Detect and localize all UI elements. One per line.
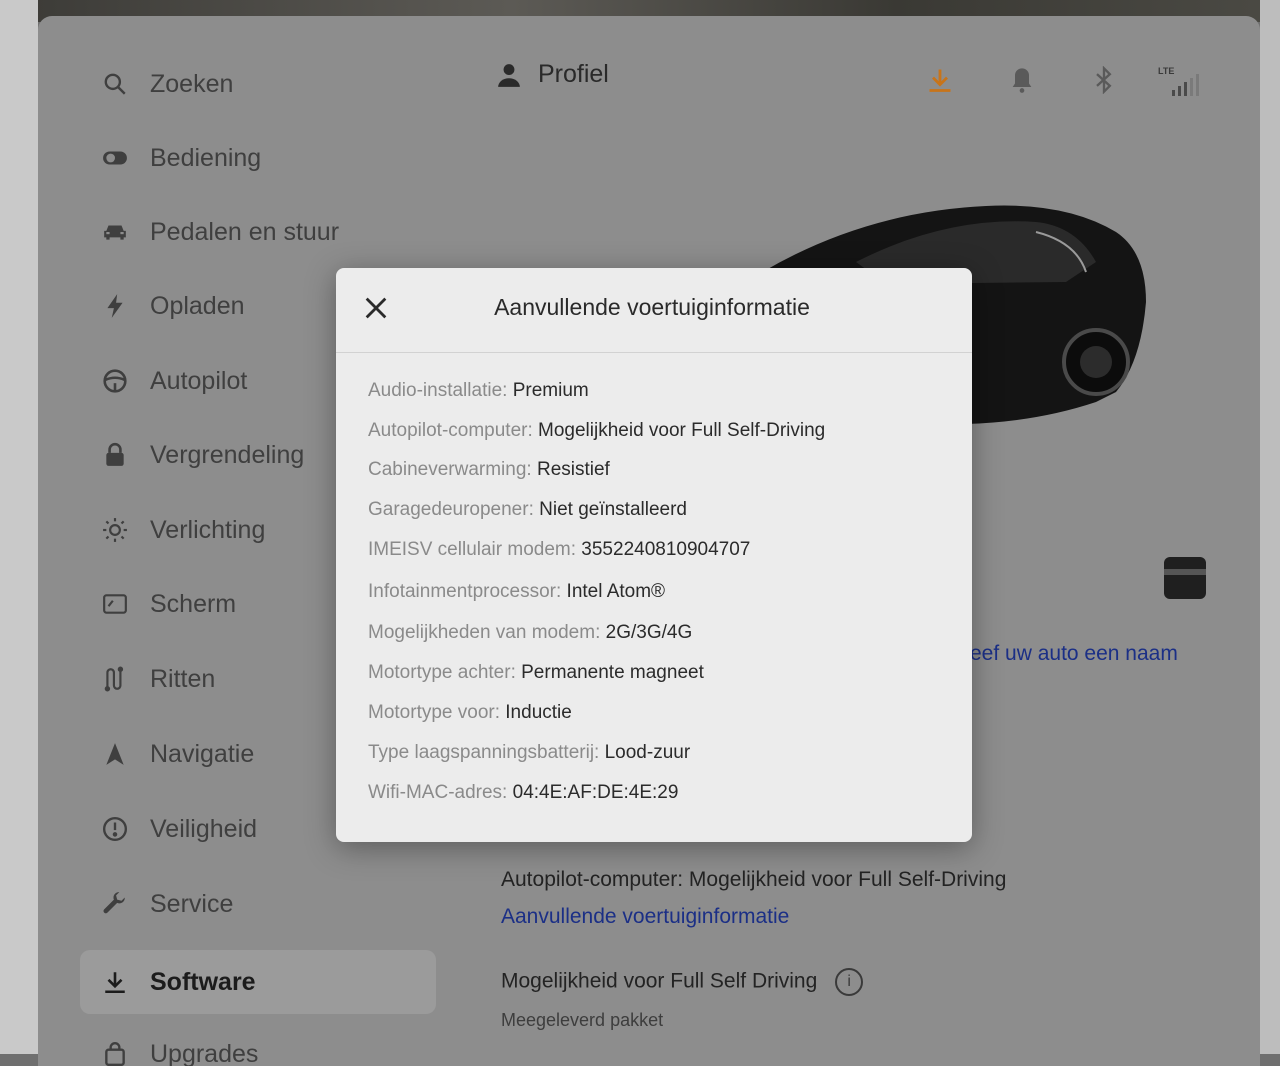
sidebar-item-service[interactable]: Service [100,876,233,932]
info-row: IMEISV cellulair modem: 3552240810904707 [368,539,750,561]
trips-icon [100,664,130,694]
info-value: 04:4E:AF:DE:4E:29 [513,782,679,803]
info-label: Cabineverwarming: [368,459,532,480]
toggle-icon [100,143,130,173]
info-value: Lood-zuur [605,742,691,763]
bolt-icon [100,291,130,321]
info-label: Garagedeuropener: [368,499,534,520]
fsd-subtitle: Meegeleverd pakket [501,1010,663,1031]
info-label: Wifi-MAC-adres: [368,782,507,803]
steering-wheel-icon [100,366,130,396]
info-row: Garagedeuropener: Niet geïnstalleerd [368,499,687,521]
info-label: Autopilot-computer: [368,420,533,441]
lock-icon [100,440,130,470]
info-row: Audio-installatie: Premium [368,380,589,402]
info-label: Mogelijkheden van modem: [368,622,600,643]
info-label: Motortype achter: [368,662,516,683]
autopilot-computer-line: Autopilot-computer: Mogelijkheid voor Fu… [501,868,1006,892]
profile-button[interactable]: Profiel [496,60,609,89]
info-label: Type laagspanningsbatterij: [368,742,599,763]
sidebar-item-label: Veiligheid [150,815,257,844]
sidebar-item-label: Service [150,890,233,919]
info-row: Cabineverwarming: Resistief [368,459,610,481]
right-bezel [1260,0,1280,1054]
person-icon [496,62,522,88]
sidebar-item-label: Vergrendeling [150,441,304,470]
info-value: Intel Atom® [567,581,666,602]
info-value: 2G/3G/4G [606,622,693,643]
sidebar-item-label: Navigatie [150,740,254,769]
bag-icon [100,1039,130,1066]
sun-icon [100,515,130,545]
sidebar-item-scherm[interactable]: Scherm [100,576,236,632]
info-label: Motortype voor: [368,702,500,723]
info-row: Wifi-MAC-adres: 04:4E:AF:DE:4E:29 [368,782,678,804]
profile-label: Profiel [538,60,609,89]
sidebar-item-navigatie[interactable]: Navigatie [100,726,254,782]
wrench-icon [100,889,130,919]
sidebar-item-autopilot[interactable]: Autopilot [100,353,247,409]
info-label: IMEISV cellulair modem: [368,539,576,560]
info-row: Mogelijkheden van modem: 2G/3G/4G [368,622,692,644]
sidebar-item-label: Zoeken [150,70,233,99]
info-value: Mogelijkheid voor Full Self-Driving [538,420,825,441]
info-label: Audio-installatie: [368,380,507,401]
info-value: Niet geïnstalleerd [539,499,687,520]
fsd-title: Mogelijkheid voor Full Self Driving i [501,968,863,996]
sidebar-item-label: Autopilot [150,367,247,396]
sidebar-item-label: Ritten [150,665,215,694]
info-icon[interactable]: i [835,968,863,996]
info-row: Infotainmentprocessor: Intel Atom® [368,581,665,603]
sidebar-item-label: Opladen [150,292,245,321]
modal-title: Aanvullende voertuiginformatie [336,294,972,321]
sidebar-item-label: Upgrades [150,1040,258,1066]
info-row: Motortype voor: Inductie [368,702,572,724]
search-icon [100,69,130,99]
car-icon [100,217,130,247]
sidebar-item-label: Verlichting [150,516,265,545]
bell-icon[interactable] [1008,66,1036,94]
sidebar-item-verlichting[interactable]: Verlichting [100,502,265,558]
navigation-arrow-icon [100,739,130,769]
vehicle-info-modal: Aanvullende voertuiginformatie Audio-ins… [336,268,972,842]
download-icon [100,967,130,997]
info-value: 3552240810904707 [581,539,750,560]
fsd-title-text: Mogelijkheid voor Full Self Driving [501,970,817,993]
sidebar-item-pedalen-en-stuur[interactable]: Pedalen en stuur [100,204,339,260]
info-value: Premium [513,380,589,401]
modal-header: Aanvullende voertuiginformatie [336,268,972,353]
info-value: Inductie [505,702,572,723]
sidebar-item-label: Software [150,968,256,997]
info-label: Infotainmentprocessor: [368,581,561,602]
sidebar-item-upgrades[interactable]: Upgrades [100,1026,258,1066]
info-value: Resistief [537,459,610,480]
display-icon [100,589,130,619]
bluetooth-icon[interactable] [1090,66,1118,94]
name-your-car-link[interactable]: eef uw auto een naam [970,642,1178,666]
info-row: Type laagspanningsbatterij: Lood-zuur [368,742,690,764]
sidebar-item-zoeken[interactable]: Zoeken [100,56,233,112]
sidebar-item-opladen[interactable]: Opladen [100,278,245,334]
sidebar-item-ritten[interactable]: Ritten [100,651,215,707]
sidebar-item-bediening[interactable]: Bediening [100,130,261,186]
info-row: Autopilot-computer: Mogelijkheid voor Fu… [368,420,825,442]
sidebar-item-vergrendeling[interactable]: Vergrendeling [100,427,304,483]
sidebar-item-label: Pedalen en stuur [150,218,339,247]
info-row: Motortype achter: Permanente magneet [368,662,704,684]
sidebar-item-software[interactable]: Software [80,950,436,1014]
sidebar-item-label: Bediening [150,144,261,173]
signal-strength-icon [1170,70,1200,98]
key-card-icon [1164,557,1206,599]
sidebar-item-label: Scherm [150,590,236,619]
info-value: Permanente magneet [521,662,704,683]
left-bezel [0,0,38,1054]
alert-circle-icon [100,814,130,844]
software-download-icon[interactable] [926,66,954,94]
sidebar-item-veiligheid[interactable]: Veiligheid [100,801,257,857]
more-vehicle-info-link[interactable]: Aanvullende voertuiginformatie [501,905,789,929]
